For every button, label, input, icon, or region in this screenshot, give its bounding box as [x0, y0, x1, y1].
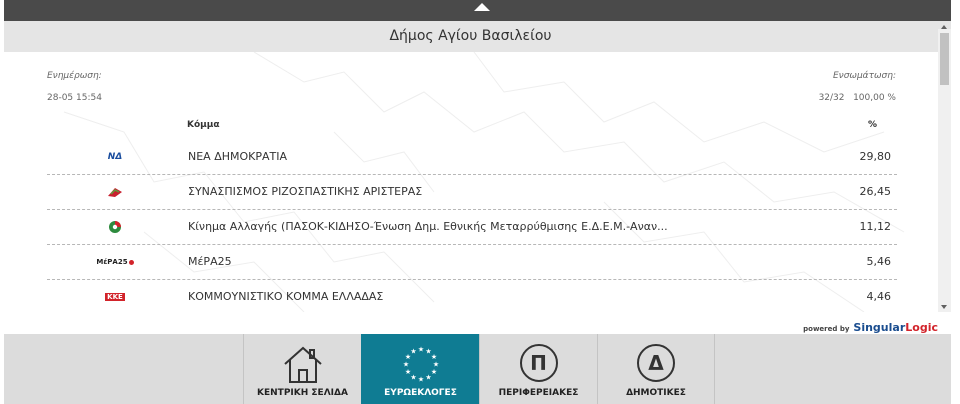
scroll-thumb[interactable] — [940, 33, 949, 85]
column-party: Κόμμα — [187, 120, 220, 130]
party-name: ΣΥΝΑΣΠΙΣΜΟΣ ΡΙΖΟΣΠΑΣΤΙΚΗΣ ΑΡΙΣΤΕΡΑΣ — [188, 185, 423, 198]
powered-prefix: powered by — [803, 325, 850, 333]
tab-euroelections-label: ΕΥΡΩΕΚΛΟΓΕΣ — [384, 388, 457, 398]
municipality-header: Δήμος Αγίου Βασιλείου — [4, 21, 951, 52]
table-row[interactable]: ΜέΡΑ25 ΜέΡΑ25 5,46 — [47, 245, 897, 280]
update-value: 28-05 15:54 — [47, 93, 102, 103]
top-bar[interactable] — [4, 0, 951, 21]
tab-regional[interactable]: Π ΠΕΡΙΦΕΡΕΙΑΚΕΣ — [479, 334, 597, 404]
tab-regional-label: ΠΕΡΙΦΕΡΕΙΑΚΕΣ — [498, 388, 579, 398]
tab-home[interactable]: ΚΕΝΤΡΙΚΗ ΣΕΛΙΔΑ — [243, 334, 361, 404]
bottom-nav: ΚΕΝΤΡΙΚΗ ΣΕΛΙΔΑ ★ ★ ★ ★ ★ ★ ★ ★ ★ ★ ★ ★ ΕΥΡΩΕΚΛΟΓΕΣ… — [4, 334, 951, 404]
delta-glyph: Δ — [637, 344, 675, 382]
nd-logo-text: ΝΔ — [107, 152, 123, 162]
eu-star: ★ — [410, 373, 416, 381]
party-percent: 5,46 — [866, 255, 892, 268]
party-percent: 26,45 — [859, 185, 892, 198]
mera25-dot-icon — [128, 259, 134, 265]
table-row[interactable]: ΣΥΝΑΣΠΙΣΜΟΣ ΡΙΖΟΣΠΑΣΤΙΚΗΣ ΑΡΙΣΤΕΡΑΣ 26,4… — [47, 175, 897, 210]
tab-municipal[interactable]: Δ ΔΗΜΟΤΙΚΕΣ — [597, 334, 715, 404]
kke-logo-icon: ΚΚΕ — [95, 289, 135, 305]
pi-circle-icon: Π — [517, 342, 561, 386]
party-percent: 11,12 — [859, 220, 892, 233]
party-name: Κίνημα Αλλαγής (ΠΑΣΟΚ-ΚΙΔΗΣΟ-Ένωση Δημ. … — [188, 220, 668, 233]
brand-name-logic: Logic — [905, 321, 938, 334]
kke-logo-text: ΚΚΕ — [105, 293, 125, 301]
scroll-down-icon[interactable] — [941, 305, 947, 309]
kinal-logo-icon — [95, 219, 135, 235]
eu-star: ★ — [417, 376, 423, 384]
table-row[interactable]: Κίνημα Αλλαγής (ΠΑΣΟΚ-ΚΙΔΗΣΟ-Ένωση Δημ. … — [47, 210, 897, 245]
count-label: Ενσωμάτωση: — [832, 71, 896, 81]
table-row[interactable]: ΝΔ ΝΕΑ ΔΗΜΟΚΡΑΤΙΑ 29,80 — [47, 140, 897, 175]
page-title: Δήμος Αγίου Βασιλείου — [389, 28, 552, 44]
eu-star: ★ — [404, 368, 410, 376]
eu-stars-icon: ★ ★★★★★★★★★★★ — [402, 346, 438, 384]
scroll-up-icon[interactable] — [941, 25, 947, 29]
syriza-logo-icon — [95, 184, 135, 200]
party-name: ΝΕΑ ΔΗΜΟΚΡΑΤΙΑ — [188, 150, 288, 163]
eu-star: ★ — [430, 368, 436, 376]
update-label: Ενημέρωση: — [47, 71, 102, 81]
eu-star: ★ — [402, 361, 408, 369]
tab-euroelections[interactable]: ★ ★ ★ ★ ★ ★ ★ ★ ★ ★ ★ ★ ΕΥΡΩΕΚΛΟΓΕΣ — [361, 334, 479, 404]
powered-by[interactable]: powered by SingularLogic — [803, 316, 938, 334]
results-panel[interactable]: Ενημέρωση: 28-05 15:54 Ενσωμάτωση: 32/32… — [4, 52, 938, 312]
count-value: 32/32 100,00 % — [818, 93, 896, 103]
home-icon — [283, 346, 322, 383]
party-percent: 29,80 — [859, 150, 892, 163]
tab-municipal-label: ΔΗΜΟΤΙΚΕΣ — [626, 388, 686, 398]
results-table: ΝΔ ΝΕΑ ΔΗΜΟΚΡΑΤΙΑ 29,80 ΣΥΝΑΣΠΙΣΜΟΣ ΡΙΖΟ… — [47, 140, 897, 312]
eu-star: ★ — [410, 348, 416, 356]
pi-glyph: Π — [519, 344, 558, 382]
vertical-scrollbar[interactable] — [938, 25, 951, 312]
mera25-logo-text: ΜέΡΑ25 — [96, 258, 128, 266]
party-name: ΜέΡΑ25 — [188, 255, 232, 268]
table-row[interactable]: ΚΚΕ ΚΟΜΜΟΥΝΙΣΤΙΚΟ ΚΟΜΜΑ ΕΛΛΑΔΑΣ 4,46 — [47, 280, 897, 312]
nd-logo-icon: ΝΔ — [95, 149, 135, 165]
delta-circle-icon: Δ — [634, 342, 678, 386]
brand-name-singular: Singular — [853, 321, 906, 334]
party-name: ΚΟΜΜΟΥΝΙΣΤΙΚΟ ΚΟΜΜΑ ΕΛΛΑΔΑΣ — [188, 290, 384, 303]
mera25-logo-icon: ΜέΡΑ25 — [95, 254, 135, 270]
party-percent: 4,46 — [866, 290, 892, 303]
eu-star: ★ — [425, 373, 431, 381]
collapse-arrow-icon[interactable] — [474, 3, 490, 11]
column-percent: % — [868, 120, 878, 130]
tab-home-label: ΚΕΝΤΡΙΚΗ ΣΕΛΙΔΑ — [257, 388, 348, 398]
eu-star: ★ — [417, 346, 423, 354]
